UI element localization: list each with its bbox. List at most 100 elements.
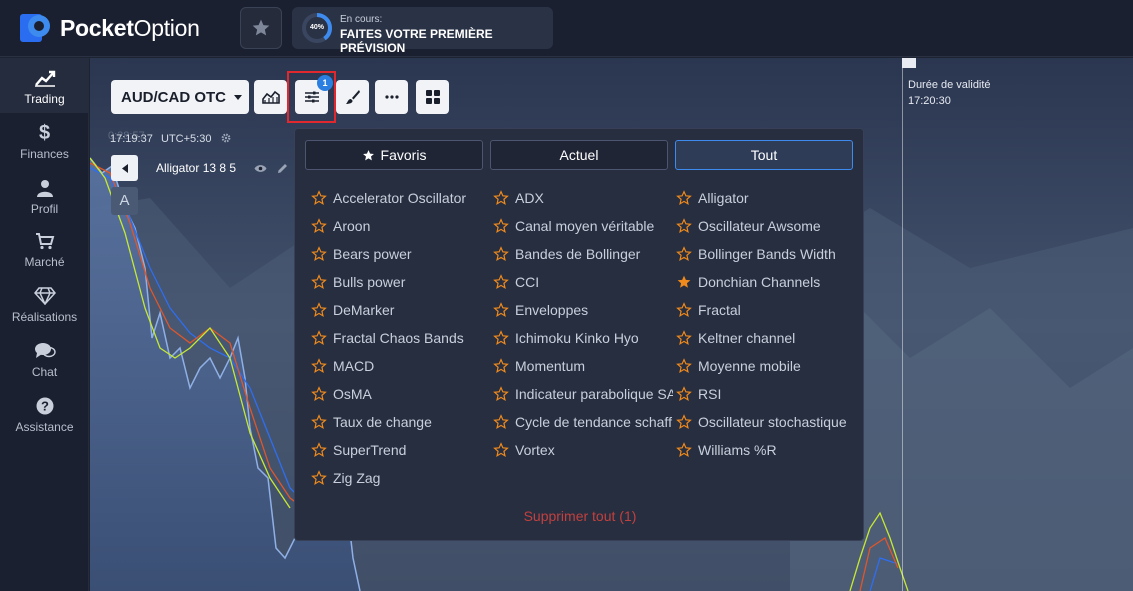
star-icon xyxy=(362,149,374,160)
star-outline-icon[interactable] xyxy=(493,218,509,234)
brush-icon xyxy=(345,90,360,104)
indicator-item[interactable]: Donchian Channels xyxy=(676,272,856,292)
star-outline-icon[interactable] xyxy=(493,358,509,374)
brand-logo[interactable]: PocketOption xyxy=(18,12,200,44)
star-outline-icon[interactable] xyxy=(676,246,692,262)
indicator-item[interactable]: Cycle de tendance schaff xyxy=(493,412,673,432)
tab-favoris[interactable]: Favoris xyxy=(305,140,483,170)
indicator-item[interactable]: Bears power xyxy=(311,244,489,264)
indicator-item[interactable]: CCI xyxy=(493,272,673,292)
asset-selector[interactable]: AUD/CAD OTC xyxy=(111,80,249,114)
pencil-icon[interactable] xyxy=(277,163,288,174)
indicator-item[interactable]: Alligator xyxy=(676,188,856,208)
caret-down-icon xyxy=(234,94,242,100)
collapse-indicators-button[interactable] xyxy=(111,155,138,181)
indicator-item[interactable]: Oscillateur Awsome xyxy=(676,216,856,236)
indicator-item[interactable]: MACD xyxy=(311,356,489,376)
sidebar-item-trading[interactable]: Trading xyxy=(0,58,89,113)
star-outline-icon[interactable] xyxy=(311,274,327,290)
sidebar-item-marche[interactable]: Marché xyxy=(0,221,89,276)
sidebar-item-chat[interactable]: Chat xyxy=(0,331,89,386)
star-outline-icon[interactable] xyxy=(676,386,692,402)
indicator-item[interactable]: Aroon xyxy=(311,216,489,236)
star-outline-icon[interactable] xyxy=(311,442,327,458)
indicator-item[interactable]: Indicateur parabolique SAR xyxy=(493,384,673,404)
star-outline-icon[interactable] xyxy=(676,330,692,346)
indicator-item[interactable]: Williams %R xyxy=(676,440,856,460)
star-outline-icon[interactable] xyxy=(676,414,692,430)
star-outline-icon[interactable] xyxy=(493,330,509,346)
indicator-item[interactable]: Ichimoku Kinko Hyo xyxy=(493,328,673,348)
star-outline-icon[interactable] xyxy=(676,358,692,374)
indicator-label: Bollinger Bands Width xyxy=(698,246,836,262)
indicator-item[interactable]: Taux de change xyxy=(311,412,489,432)
sidebar-item-profil[interactable]: Profil xyxy=(0,168,89,223)
star-outline-icon[interactable] xyxy=(493,414,509,430)
indicator-item[interactable]: Accelerator Oscillator xyxy=(311,188,489,208)
indicator-label: Fractal xyxy=(698,302,741,318)
indicator-item[interactable]: Vortex xyxy=(493,440,673,460)
indicator-item[interactable]: Fractal Chaos Bands xyxy=(311,328,489,348)
sidebar-item-realisations[interactable]: Réalisations xyxy=(0,276,89,331)
indicator-label: ADX xyxy=(515,190,544,206)
tab-actuel[interactable]: Actuel xyxy=(490,140,668,170)
drawing-text-tool[interactable]: A xyxy=(111,187,138,215)
star-outline-icon[interactable] xyxy=(493,190,509,206)
indicator-item[interactable]: Moyenne mobile xyxy=(676,356,856,376)
star-outline-icon[interactable] xyxy=(493,274,509,290)
indicator-item[interactable]: Enveloppes xyxy=(493,300,673,320)
indicator-item[interactable]: RSI xyxy=(676,384,856,404)
layout-grid-button[interactable] xyxy=(416,80,449,114)
star-outline-icon[interactable] xyxy=(311,190,327,206)
svg-text:?: ? xyxy=(41,399,49,414)
indicator-item[interactable]: Fractal xyxy=(676,300,856,320)
indicator-label: Enveloppes xyxy=(515,302,589,318)
timezone-label[interactable]: UTC+5:30 xyxy=(161,133,231,145)
more-options-button[interactable] xyxy=(375,80,408,114)
chart-type-button[interactable] xyxy=(254,80,287,114)
progress-percent: 40% xyxy=(309,24,324,31)
indicator-label: Ichimoku Kinko Hyo xyxy=(515,330,639,346)
star-outline-icon[interactable] xyxy=(676,442,692,458)
validity-title: Durée de validité xyxy=(908,79,991,91)
indicator-item[interactable]: Oscillateur stochastique xyxy=(676,412,856,432)
star-outline-icon[interactable] xyxy=(311,330,327,346)
indicator-item[interactable]: Canal moyen véritable xyxy=(493,216,673,236)
star-outline-icon[interactable] xyxy=(311,246,327,262)
favorites-star-button[interactable] xyxy=(240,7,282,49)
indicator-item[interactable]: Bandes de Bollinger xyxy=(493,244,673,264)
sidebar-item-assistance[interactable]: ? Assistance xyxy=(0,386,89,441)
star-outline-icon[interactable] xyxy=(311,414,327,430)
drawing-tools-button[interactable] xyxy=(336,80,369,114)
indicator-item[interactable]: Bulls power xyxy=(311,272,489,292)
indicator-item[interactable]: DeMarker xyxy=(311,300,489,320)
star-outline-icon[interactable] xyxy=(676,190,692,206)
indicator-item[interactable]: OsMA xyxy=(311,384,489,404)
star-outline-icon[interactable] xyxy=(311,386,327,402)
sidebar-item-finances[interactable]: $ Finances xyxy=(0,113,89,168)
star-outline-icon[interactable] xyxy=(311,470,327,486)
onboarding-status[interactable]: 40% En cours: FAITES VOTRE PREMIÈRE PRÉV… xyxy=(292,7,553,55)
eye-icon[interactable] xyxy=(254,164,267,173)
indicator-item[interactable]: Keltner channel xyxy=(676,328,856,348)
star-outline-icon[interactable] xyxy=(493,246,509,262)
star-outline-icon[interactable] xyxy=(311,218,327,234)
indicator-item[interactable]: SuperTrend xyxy=(311,440,489,460)
indicator-item[interactable]: Momentum xyxy=(493,356,673,376)
delete-all-button[interactable]: Supprimer tout (1) xyxy=(295,508,865,524)
dollar-icon: $ xyxy=(38,121,51,144)
tab-tout[interactable]: Tout xyxy=(675,140,853,170)
indicator-item[interactable]: Bollinger Bands Width xyxy=(676,244,856,264)
star-filled-icon[interactable] xyxy=(676,274,692,290)
star-outline-icon[interactable] xyxy=(493,442,509,458)
star-outline-icon[interactable] xyxy=(676,302,692,318)
star-outline-icon[interactable] xyxy=(493,302,509,318)
indicator-item[interactable]: Zig Zag xyxy=(311,468,489,488)
star-outline-icon[interactable] xyxy=(311,302,327,318)
star-outline-icon[interactable] xyxy=(676,218,692,234)
indicator-item[interactable]: ADX xyxy=(493,188,673,208)
indicator-label: Zig Zag xyxy=(333,470,381,486)
sidebar-item-label: Réalisations xyxy=(11,310,78,324)
star-outline-icon[interactable] xyxy=(493,386,509,402)
star-outline-icon[interactable] xyxy=(311,358,327,374)
